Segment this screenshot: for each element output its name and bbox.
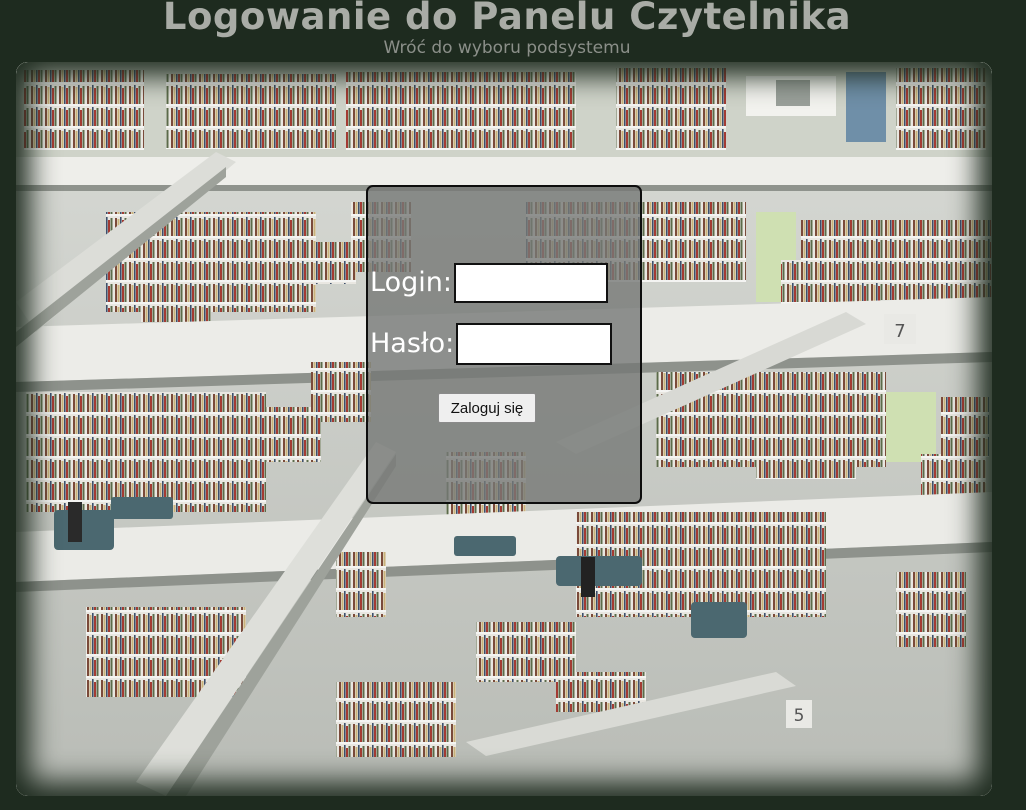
login-label: Login: [370, 267, 452, 298]
password-row: Hasło: [370, 323, 613, 365]
page: Logowanie do Panelu Czytelnika Wróć do w… [0, 0, 1026, 810]
login-row: Login: [370, 263, 608, 303]
login-submit-button[interactable]: Zaloguj się [438, 393, 536, 423]
floor-number-7: 7 [894, 321, 905, 342]
floor-number-5: 5 [794, 706, 805, 726]
back-to-subsystem-link[interactable]: Wróć do wyboru podsystemu [0, 37, 1014, 59]
password-label: Hasło: [370, 328, 455, 359]
login-input[interactable] [453, 263, 608, 303]
page-title: Logowanie do Panelu Czytelnika [162, 0, 852, 38]
password-input[interactable] [456, 323, 613, 365]
login-panel: Login: Hasło: Zaloguj się [366, 185, 642, 504]
